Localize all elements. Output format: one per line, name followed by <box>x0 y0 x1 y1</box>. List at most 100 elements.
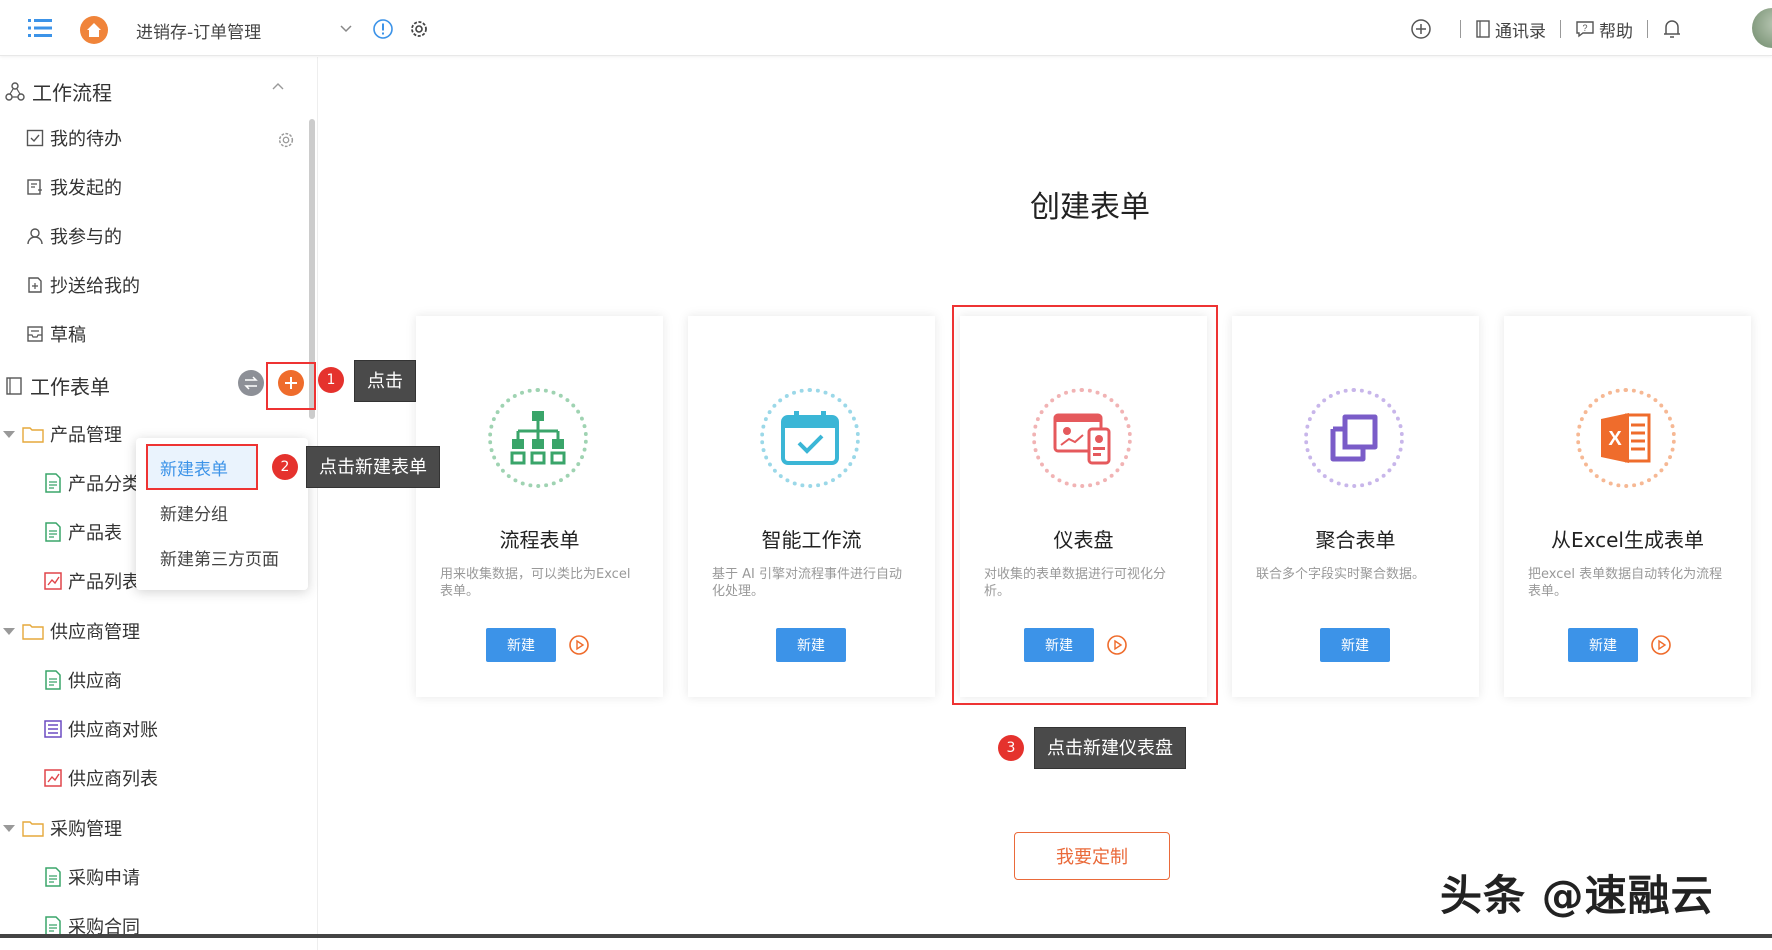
process-form-icon <box>488 388 588 488</box>
cc-document-icon <box>28 277 42 293</box>
home-icon[interactable] <box>80 16 108 44</box>
step-badge-2: 2 <box>272 454 298 480</box>
sidebar-item-label: 我参与的 <box>50 227 122 248</box>
sidebar-item-label: 产品分类 <box>68 474 140 495</box>
group-label: 采购管理 <box>50 819 122 840</box>
sidebar-item-label: 草稿 <box>50 325 86 346</box>
sidebar-item-cc[interactable]: 抄送给我的 <box>26 272 140 298</box>
bell-icon[interactable] <box>1662 18 1682 40</box>
page-title: 创建表单 <box>1030 190 1150 225</box>
contacts-icon <box>1476 20 1490 38</box>
card-description: 联合多个字段实时聚合数据。 <box>1256 567 1426 582</box>
form-book-icon <box>6 376 22 395</box>
sidebar-item-label: 供应商列表 <box>68 769 158 790</box>
divider <box>0 934 1772 938</box>
caret-down-icon <box>3 431 15 438</box>
form-icon <box>45 867 61 887</box>
step-badge-1: 1 <box>318 367 344 393</box>
menu-icon[interactable] <box>28 18 52 38</box>
swap-icon[interactable] <box>238 370 264 396</box>
sidebar-group-product[interactable]: 产品管理 <box>2 421 122 447</box>
gear-icon[interactable] <box>276 130 296 150</box>
divider <box>1647 20 1648 38</box>
sidebar-item-label: 供应商对账 <box>68 720 158 741</box>
sidebar-item-supplier[interactable]: 供应商 <box>44 667 122 693</box>
new-button[interactable]: 新建 <box>486 628 556 662</box>
folder-icon <box>22 427 44 443</box>
folder-icon <box>22 624 44 640</box>
folder-icon <box>22 821 44 837</box>
help-link[interactable]: ? 帮助 <box>1575 17 1633 42</box>
card-title: 智能工作流 <box>761 528 862 552</box>
sidebar-item-supplier-reconcile[interactable]: 供应商对账 <box>44 716 158 742</box>
sidebar-item-initiated[interactable]: 我发起的 <box>26 174 122 200</box>
sidebar-item-product-category[interactable]: 产品分类 <box>44 470 140 496</box>
custom-request-button[interactable]: 我要定制 <box>1014 832 1170 880</box>
info-icon[interactable] <box>372 18 394 40</box>
highlight-box <box>266 362 316 410</box>
card-description: 基于 AI 引擎对流程事件进行自动化处理。 <box>712 567 902 599</box>
menu-item-new-third-party-page[interactable]: 新建第三方页面 <box>160 545 279 570</box>
sidebar-group-purchase[interactable]: 采购管理 <box>2 815 122 841</box>
sidebar-item-label: 产品表 <box>68 523 122 544</box>
form-icon <box>45 670 61 690</box>
step-badge-3: 3 <box>998 735 1024 761</box>
card-title: 聚合表单 <box>1315 528 1396 552</box>
card-from-excel: X 从Excel生成表单 把excel 表单数据自动转化为流程表单。 新建 <box>1504 316 1751 697</box>
card-description: 用来收集数据，可以类比为Excel 表单。 <box>440 567 631 599</box>
sidebar-section-forms[interactable]: 工作表单 <box>4 371 110 400</box>
add-circle-icon[interactable] <box>1410 18 1432 40</box>
form-icon <box>45 522 61 542</box>
tooltip-step-3: 点击新建仪表盘 <box>1034 727 1186 769</box>
form-icon <box>45 916 61 936</box>
section-label: 工作流程 <box>32 81 112 105</box>
sidebar-item-supplier-list[interactable]: 供应商列表 <box>44 765 158 791</box>
app-title[interactable]: 进销存-订单管理 <box>136 18 261 43</box>
chart-icon <box>44 572 62 590</box>
new-button[interactable]: 新建 <box>1568 628 1638 662</box>
chevron-up-icon[interactable] <box>270 79 286 95</box>
card-title: 流程表单 <box>499 528 580 552</box>
checkbox-icon <box>26 129 44 147</box>
divider <box>1460 20 1461 38</box>
svg-text:X: X <box>1608 428 1622 450</box>
card-smart-workflow: 智能工作流 基于 AI 引擎对流程事件进行自动化处理。 新建 <box>688 316 935 697</box>
divider <box>1560 20 1561 38</box>
sidebar-section-workflow[interactable]: 工作流程 <box>4 77 112 106</box>
sidebar-item-participated[interactable]: 我参与的 <box>26 223 122 249</box>
calendar-check-icon <box>760 388 860 488</box>
card-process-form: 流程表单 用来收集数据，可以类比为Excel 表单。 新建 <box>416 316 663 697</box>
sidebar-item-product-list[interactable]: 产品列表 <box>44 568 140 594</box>
top-bar: 进销存-订单管理 通讯录 ? 帮助 <box>0 0 1772 56</box>
chevron-down-icon[interactable] <box>338 20 354 36</box>
play-video-icon[interactable] <box>1650 634 1672 656</box>
highlight-box <box>952 305 1218 705</box>
new-button[interactable]: 新建 <box>776 628 846 662</box>
menu-item-new-form[interactable]: 新建表单 <box>160 455 228 480</box>
help-label: 帮助 <box>1599 21 1633 42</box>
menu-item-new-group[interactable]: 新建分组 <box>160 500 228 525</box>
contacts-link[interactable]: 通讯录 <box>1475 17 1546 42</box>
form-icon <box>45 473 61 493</box>
sidebar-group-supplier[interactable]: 供应商管理 <box>2 618 140 644</box>
chart-icon <box>44 769 62 787</box>
sidebar-item-purchase-request[interactable]: 采购申请 <box>44 864 140 890</box>
user-icon <box>27 228 43 245</box>
avatar[interactable] <box>1752 8 1772 48</box>
sidebar-item-drafts[interactable]: 草稿 <box>26 321 86 347</box>
group-label: 产品管理 <box>50 425 122 446</box>
caret-down-icon <box>3 628 15 635</box>
sidebar-item-todo[interactable]: 我的待办 <box>26 125 122 151</box>
new-button[interactable]: 新建 <box>1320 628 1390 662</box>
topbar-right-links: 通讯录 ? 帮助 <box>1446 16 1682 42</box>
play-video-icon[interactable] <box>568 634 590 656</box>
list-icon <box>44 720 62 738</box>
card-aggregate-form: 聚合表单 联合多个字段实时聚合数据。 新建 <box>1232 316 1479 697</box>
excel-icon: X <box>1576 388 1676 488</box>
gear-icon[interactable] <box>408 18 430 40</box>
sidebar-item-label: 供应商 <box>68 671 122 692</box>
caret-down-icon <box>3 825 15 832</box>
svg-text:?: ? <box>1582 23 1587 33</box>
sidebar-item-label: 产品列表 <box>68 572 140 593</box>
sidebar-item-product-table[interactable]: 产品表 <box>44 519 122 545</box>
